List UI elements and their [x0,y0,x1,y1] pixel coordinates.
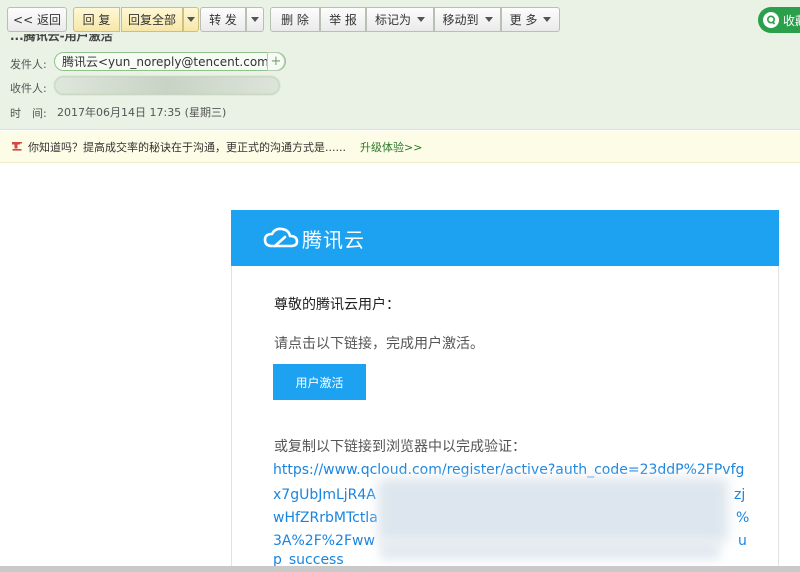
sender-chip[interactable]: 腾讯云<yun_noreply@tencent.com> [54,52,286,71]
subject-clipped: ...腾讯云-用户激活 [10,34,113,43]
activation-link-line[interactable]: wHfZRrbMTctla [273,510,378,526]
more-label: 更 多 [509,13,538,27]
collect-button[interactable]: 收藏 [758,7,800,33]
link-fragment: % [736,510,750,526]
mark-as-dropdown[interactable]: 标记为 [366,7,434,32]
tip-bar: 你知道吗？提高成交率的秘诀在于沟通，更正式的沟通方式是...... 升级体验>> [0,131,800,163]
chevron-down-icon [187,17,195,22]
sender-address: 腾讯云<yun_noreply@tencent.com> [62,55,279,69]
upgrade-link[interactable]: 升级体验>> [360,139,422,155]
brand-name: 腾讯云 [302,227,365,252]
time-value: 2017年06月14日 17:35 (星期三) [57,106,227,119]
window-bottom-edge [0,566,800,572]
more-dropdown[interactable]: 更 多 [501,7,560,32]
chevron-down-icon [417,17,425,22]
link-fragment: zj [734,487,746,503]
plus-icon: + [270,54,282,69]
forward-button[interactable]: 转 发 [200,7,246,32]
redacted-link-area [378,478,728,542]
activation-link-line[interactable]: 3A%2F%2Fww [273,533,375,549]
recipient-chip-redacted[interactable] [54,76,280,95]
mark-as-label: 标记为 [374,13,411,27]
reply-more-dropdown[interactable] [183,7,199,32]
mail-toolbar: << 返回 回 复 回复全部 转 发 删 除 举 报 标记为 移动到 更 多 收… [0,0,800,40]
from-label: 发件人: [10,58,47,71]
to-label: 收件人: [10,82,47,95]
brand-banner: 腾讯云 [231,210,779,266]
tip-text: 你知道吗？提高成交率的秘诀在于沟通，更正式的沟通方式是...... [28,140,346,154]
link-fragment: u [738,533,747,549]
announcement-icon [12,141,22,151]
redacted-link-area [380,540,720,560]
collect-icon [763,12,779,28]
cloud-logo-icon [263,227,299,248]
activate-button[interactable]: 用户激活 [273,364,366,400]
reply-all-button[interactable]: 回复全部 [121,7,183,32]
instruction-text: 请点击以下链接，完成用户激活。 [274,336,484,352]
report-button[interactable]: 举 报 [320,7,366,32]
forward-dropdown[interactable] [246,7,264,32]
chevron-down-icon [484,17,493,22]
chevron-down-icon [251,17,259,22]
greeting-text: 尊敬的腾讯云用户： [274,297,400,313]
time-label: 时 间: [10,107,47,120]
chevron-down-icon [543,17,552,22]
mail-header: ...腾讯云-用户激活 发件人: 腾讯云<yun_noreply@tencent… [0,34,800,130]
activation-link-line[interactable]: https://www.qcloud.com/register/active?a… [273,462,744,478]
move-to-dropdown[interactable]: 移动到 [434,7,501,32]
copy-hint-text: 或复制以下链接到浏览器中以完成验证： [274,439,526,455]
activation-link-line[interactable]: x7gUbJmLjR4A [273,487,376,503]
move-to-label: 移动到 [442,13,479,27]
collect-label: 收藏 [783,13,800,28]
reply-button[interactable]: 回 复 [73,7,120,32]
back-button[interactable]: << 返回 [7,7,67,32]
delete-button[interactable]: 删 除 [270,7,320,32]
